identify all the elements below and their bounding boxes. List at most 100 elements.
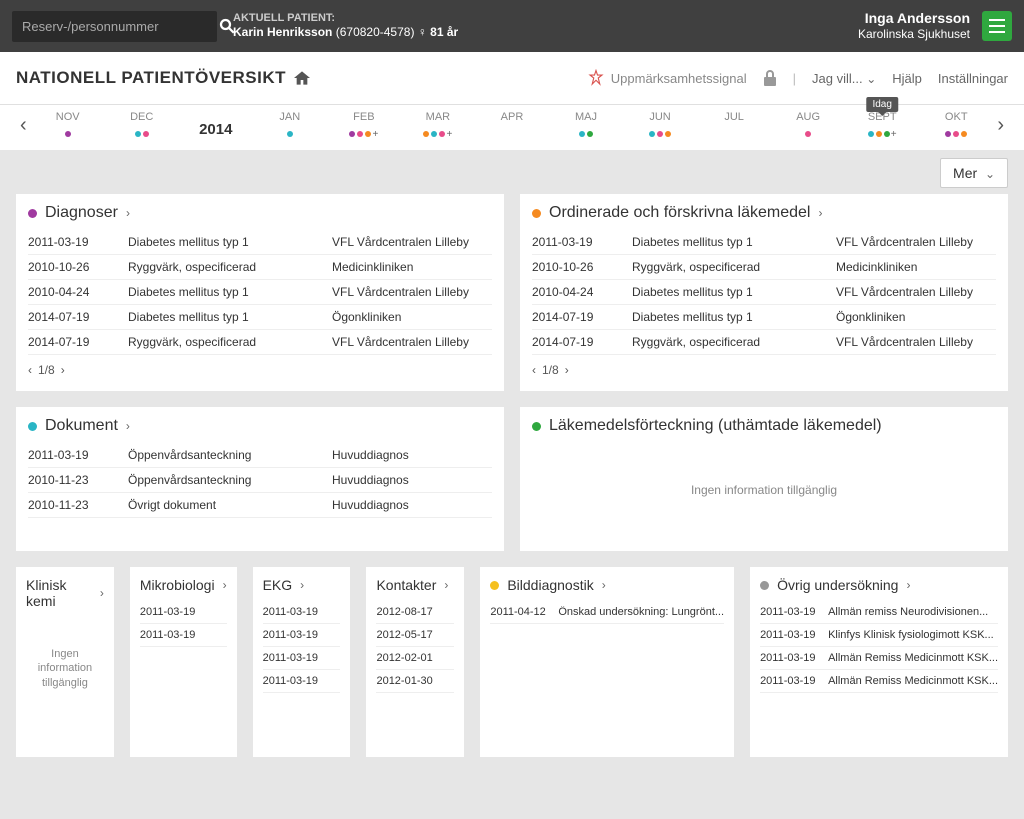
current-patient-label: AKTUELL PATIENT: bbox=[233, 11, 458, 25]
tl-month-apr[interactable]: APR bbox=[485, 111, 539, 129]
chevron-down-icon: ⌄ bbox=[866, 72, 876, 86]
table-row[interactable]: 2010-10-26Ryggvärk, ospecificeradMedicin… bbox=[532, 255, 996, 280]
topbar: AKTUELL PATIENT: Karin Henriksson (67082… bbox=[0, 0, 1024, 52]
list-item[interactable]: 2011-03-19Klinfys Klinisk fysiologimott … bbox=[760, 624, 998, 647]
list-item[interactable]: 2011-04-12Önskad undersökning: Lungrönt.… bbox=[490, 601, 724, 624]
tl-month-nov[interactable]: NOV bbox=[41, 111, 95, 140]
tl-month-mar[interactable]: MAR+ bbox=[411, 111, 465, 140]
table-row[interactable]: 2014-07-19Diabetes mellitus typ 1Ögonkli… bbox=[532, 305, 996, 330]
table-row[interactable]: 2010-04-24Diabetes mellitus typ 1VFL Vår… bbox=[28, 280, 492, 305]
dokument-title[interactable]: Dokument › bbox=[28, 417, 492, 435]
list-item[interactable]: 2011-03-19Allmän remiss Neurodivisionen.… bbox=[760, 601, 998, 624]
list-item[interactable]: 2012-08-17 bbox=[376, 601, 454, 624]
list-item[interactable]: 2012-05-17 bbox=[376, 624, 454, 647]
table-row[interactable]: 2014-07-19Ryggvärk, ospecificeradVFL Vår… bbox=[532, 330, 996, 355]
diagnoser-card: Diagnoser › 2011-03-19Diabetes mellitus … bbox=[16, 194, 504, 391]
help-link[interactable]: Hjälp bbox=[892, 71, 922, 86]
today-badge: Idag bbox=[866, 97, 897, 112]
list-item[interactable]: 2012-01-30 bbox=[376, 670, 454, 693]
list-item[interactable]: 2011-03-19 bbox=[263, 601, 341, 624]
list-item[interactable]: 2011-03-19Allmän Remiss Medicinmott KSK.… bbox=[760, 647, 998, 670]
jag-vill-dropdown[interactable]: Jag vill... ⌄ bbox=[812, 71, 876, 86]
list-item[interactable]: 2011-03-19 bbox=[263, 670, 341, 693]
tl-month-dec[interactable]: DEC bbox=[115, 111, 169, 140]
lakemedel-card: Ordinerade och förskrivna läkemedel › 20… bbox=[520, 194, 1008, 391]
table-row[interactable]: 2011-03-19ÖppenvårdsanteckningHuvuddiagn… bbox=[28, 443, 492, 468]
settings-link[interactable]: Inställningar bbox=[938, 71, 1008, 86]
menu-button[interactable] bbox=[982, 11, 1012, 41]
hospital-name: Karolinska Sjukhuset bbox=[858, 27, 970, 43]
dokument-card: Dokument › 2011-03-19Öppenvårdsantecknin… bbox=[16, 407, 504, 551]
table-row[interactable]: 2011-03-19Diabetes mellitus typ 1VFL Vår… bbox=[532, 230, 996, 255]
lakemedelsforteckning-card: Läkemedelsförteckning (uthämtade läkemed… bbox=[520, 407, 1008, 551]
ekg-card: EKG› 2011-03-192011-03-192011-03-192011-… bbox=[253, 567, 351, 757]
content: Mer ⌄ Diagnoser › 2011-03-19Diabetes mel… bbox=[0, 150, 1024, 773]
chevron-right-icon: › bbox=[126, 206, 130, 220]
tl-year[interactable]: 2014 bbox=[189, 111, 243, 138]
table-row[interactable]: 2014-07-19Diabetes mellitus typ 1Ögonkli… bbox=[28, 305, 492, 330]
diagnoser-pager: ‹ 1/8 › bbox=[28, 363, 492, 377]
gender-icon: ♀ bbox=[418, 25, 427, 39]
table-row[interactable]: 2010-04-24Diabetes mellitus typ 1VFL Vår… bbox=[532, 280, 996, 305]
tl-month-okt[interactable]: OKT bbox=[929, 111, 983, 140]
chevron-right-icon: › bbox=[818, 206, 822, 220]
pager-next[interactable]: › bbox=[61, 363, 65, 377]
patient-name: Karin Henriksson bbox=[233, 25, 332, 39]
ovrig-title[interactable]: Övrig undersökning› bbox=[760, 577, 998, 593]
table-row[interactable]: 2010-11-23Övrigt dokumentHuvuddiagnos bbox=[28, 493, 492, 518]
chevron-right-icon: › bbox=[126, 419, 130, 433]
lakemedelsforteckning-title[interactable]: Läkemedelsförteckning (uthämtade läkemed… bbox=[532, 417, 996, 435]
tl-month-feb[interactable]: FEB+ bbox=[337, 111, 391, 140]
tl-month-maj[interactable]: MAJ bbox=[559, 111, 613, 140]
tl-month-sept[interactable]: Idag SEPT+ bbox=[855, 111, 909, 140]
timeline-next[interactable]: › bbox=[993, 114, 1008, 137]
lakemedel-pager: ‹ 1/8 › bbox=[532, 363, 996, 377]
table-row[interactable]: 2010-11-23ÖppenvårdsanteckningHuvuddiagn… bbox=[28, 468, 492, 493]
patient-info: AKTUELL PATIENT: Karin Henriksson (67082… bbox=[233, 11, 458, 41]
pager-prev[interactable]: ‹ bbox=[28, 363, 32, 377]
kontakter-card: Kontakter› 2012-08-172012-05-172012-02-0… bbox=[366, 567, 464, 757]
list-item[interactable]: 2011-03-19 bbox=[263, 647, 341, 670]
patient-id: 670820-4578 bbox=[340, 25, 411, 39]
ekg-title[interactable]: EKG› bbox=[263, 577, 341, 593]
user-info: Inga Andersson Karolinska Sjukhuset bbox=[858, 9, 970, 43]
list-item[interactable]: 2011-03-19 bbox=[263, 624, 341, 647]
lakemedel-title[interactable]: Ordinerade och förskrivna läkemedel › bbox=[532, 204, 996, 222]
timeline: ‹ NOV DEC 2014 JAN FEB+ MAR+ APR MAJ JUN… bbox=[0, 104, 1024, 150]
tl-month-jun[interactable]: JUN bbox=[633, 111, 687, 140]
list-item[interactable]: 2011-03-19 bbox=[140, 601, 227, 624]
patient-age: 81 år bbox=[430, 25, 458, 39]
bilddiagnostik-card: Bilddiagnostik› 2011-04-12Önskad undersö… bbox=[480, 567, 734, 757]
list-item[interactable]: 2012-02-01 bbox=[376, 647, 454, 670]
timeline-prev[interactable]: ‹ bbox=[16, 114, 31, 137]
list-item[interactable]: 2011-03-19Allmän Remiss Medicinmott KSK.… bbox=[760, 670, 998, 693]
ovrig-undersokning-card: Övrig undersökning› 2011-03-19Allmän rem… bbox=[750, 567, 1008, 757]
subbar-right: Uppmärksamhetssignal | Jag vill... ⌄ Hjä… bbox=[587, 69, 1008, 87]
user-name: Inga Andersson bbox=[858, 9, 970, 27]
lock-icon[interactable] bbox=[763, 70, 777, 86]
mer-button[interactable]: Mer ⌄ bbox=[940, 158, 1008, 188]
pager-next[interactable]: › bbox=[565, 363, 569, 377]
table-row[interactable]: 2011-03-19Diabetes mellitus typ 1VFL Vår… bbox=[28, 230, 492, 255]
tl-month-jan[interactable]: JAN bbox=[263, 111, 317, 140]
chevron-down-icon: ⌄ bbox=[985, 167, 995, 181]
tl-month-jul[interactable]: JUL bbox=[707, 111, 761, 129]
search-input[interactable] bbox=[12, 11, 208, 42]
attention-icon bbox=[587, 69, 605, 87]
kontakter-title[interactable]: Kontakter› bbox=[376, 577, 454, 593]
home-icon[interactable] bbox=[294, 71, 310, 85]
pager-prev[interactable]: ‹ bbox=[532, 363, 536, 377]
list-item[interactable]: 2011-03-19 bbox=[140, 624, 227, 647]
table-row[interactable]: 2010-10-26Ryggvärk, ospecificeradMedicin… bbox=[28, 255, 492, 280]
mikrobiologi-title[interactable]: Mikrobiologi› bbox=[140, 577, 227, 593]
mikrobiologi-card: Mikrobiologi› 2011-03-192011-03-19 bbox=[130, 567, 237, 757]
klinisk-kemi-title[interactable]: Klinisk kemi› bbox=[26, 577, 104, 609]
bilddiagnostik-title[interactable]: Bilddiagnostik› bbox=[490, 577, 724, 593]
search-field[interactable] bbox=[12, 11, 217, 42]
page-title: NATIONELL PATIENTÖVERSIKT bbox=[16, 68, 310, 88]
attention-signal[interactable]: Uppmärksamhetssignal bbox=[587, 69, 747, 87]
tl-month-aug[interactable]: AUG bbox=[781, 111, 835, 140]
diagnoser-title[interactable]: Diagnoser › bbox=[28, 204, 492, 222]
no-info-text: Ingen information tillgänglig bbox=[532, 443, 996, 537]
table-row[interactable]: 2014-07-19Ryggvärk, ospecificeradVFL Vår… bbox=[28, 330, 492, 355]
